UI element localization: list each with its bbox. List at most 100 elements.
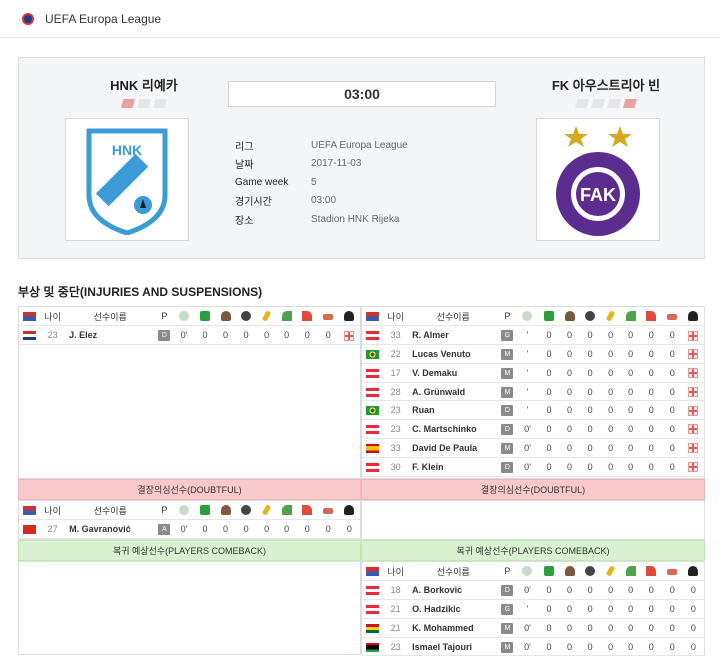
position-badge: D <box>501 585 514 597</box>
position-badge: M <box>501 622 514 634</box>
stat: 0 <box>235 519 257 540</box>
stat: 0 <box>640 457 662 477</box>
away-team-logo[interactable]: FAK <box>536 118 660 241</box>
name-header[interactable]: 선수이름 <box>65 501 156 521</box>
match-info: 리그 UEFA Europa League 날짜 2017-11-03 Game w… <box>235 136 408 229</box>
stat: 0 <box>661 382 683 402</box>
svg-text:HNK: HNK <box>112 142 142 158</box>
yellow-card-icon <box>605 310 616 323</box>
home-doubtful-panel: 나이 선수이름 P 27 M. Gavranović A 0' 0 0 0 0 … <box>18 500 361 540</box>
table-row[interactable]: 33 R. Almer G ' 0 0 0 0 0 0 0 <box>362 325 704 346</box>
timer-icon <box>178 311 189 322</box>
age-header[interactable]: 나이 <box>40 307 66 327</box>
stat: 0 <box>538 618 560 638</box>
table-row[interactable]: 21 O. Hadzikic G ' 0 0 0 0 0 0 0 0 <box>362 599 704 619</box>
stat: 0 <box>579 438 601 458</box>
player-age: 17 <box>383 363 409 383</box>
name-header[interactable]: 선수이름 <box>408 307 499 327</box>
austria-flag-icon <box>366 586 380 596</box>
referee-icon <box>688 311 699 322</box>
libya-flag-icon <box>366 642 380 652</box>
position-header[interactable]: P <box>155 501 174 521</box>
stat: 0 <box>600 419 621 440</box>
player-name[interactable]: K. Mohammed <box>408 618 499 638</box>
player-name[interactable]: C. Martschinko <box>408 419 499 440</box>
player-name[interactable]: M. Gavranović <box>65 519 156 540</box>
referee-icon <box>688 566 699 577</box>
home-team-logo[interactable]: HNK <box>65 118 189 241</box>
stat: 0 <box>559 363 580 383</box>
sub-icon <box>667 568 678 575</box>
table-row[interactable]: 23 J. Elez D 0' 0 0 0 0 0 0 0 <box>19 325 360 346</box>
table-row[interactable]: 23 C. Martschinko D 0' 0 0 0 0 0 0 0 <box>362 419 704 440</box>
player-name[interactable]: A. Grünwald <box>408 382 499 402</box>
stat: 0 <box>276 325 297 346</box>
info-value: UEFA Europa League <box>311 139 408 151</box>
position-header[interactable]: P <box>498 307 517 327</box>
player-name[interactable]: A. Borkovic <box>408 580 499 601</box>
stat: 0 <box>579 637 601 656</box>
away-comeback-table: 나이 선수이름 P 18 A. Borkovic D 0' 0 0 0 0 0 0 0 0 21 O. H… <box>362 562 704 656</box>
table-row[interactable]: 18 A. Borkovic D 0' 0 0 0 0 0 0 0 0 <box>362 580 704 601</box>
age-header[interactable]: 나이 <box>383 307 409 327</box>
stat: 0 <box>215 325 236 346</box>
player-name[interactable]: V. Demaku <box>408 363 499 383</box>
table-row[interactable]: 28 A. Grünwald M ' 0 0 0 0 0 0 0 <box>362 382 704 402</box>
stat: 0 <box>538 363 560 383</box>
red-arrow-icon <box>646 311 657 322</box>
table-row[interactable]: 17 V. Demaku M ' 0 0 0 0 0 0 0 <box>362 363 704 383</box>
injury-icon <box>688 424 699 435</box>
stat: 0 <box>620 618 641 638</box>
stat-minutes: ' <box>516 400 539 421</box>
stat: 0 <box>215 519 236 540</box>
player-name[interactable]: O. Hadzikic <box>408 599 499 619</box>
age-header[interactable]: 나이 <box>383 562 409 582</box>
name-header[interactable]: 선수이름 <box>65 307 156 327</box>
player-name[interactable]: Ismael Tajouri <box>408 637 499 656</box>
player-age: 33 <box>383 325 409 346</box>
league-title[interactable]: UEFA Europa League <box>45 12 161 26</box>
player-name[interactable]: David De Paula <box>408 438 499 458</box>
stat: 0 <box>538 599 560 619</box>
player-name[interactable]: R. Almer <box>408 325 499 346</box>
comeback-header-away: 복귀 예상선수(PLAYERS COMEBACK) <box>361 540 705 561</box>
stat: 0 <box>559 400 580 421</box>
table-row[interactable]: 30 F. Klein D 0' 0 0 0 0 0 0 0 <box>362 457 704 477</box>
age-header[interactable]: 나이 <box>40 501 66 521</box>
position-badge: D <box>158 330 171 342</box>
flag-column-icon <box>19 307 41 327</box>
position-badge: M <box>501 367 514 379</box>
stat: 0 <box>661 344 683 364</box>
table-row[interactable]: 23 Ismael Tajouri M 0' 0 0 0 0 0 0 0 0 <box>362 637 704 656</box>
info-key: 날짜 <box>235 160 254 172</box>
away-team-name[interactable]: FK 아우스트리아 빈 <box>536 75 676 94</box>
stat: 0 <box>579 618 601 638</box>
table-row[interactable]: 27 M. Gavranović A 0' 0 0 0 0 0 0 0 0 <box>19 519 360 540</box>
position-header[interactable]: P <box>498 562 517 582</box>
player-name[interactable]: J. Elez <box>65 325 156 346</box>
stat-minutes: ' <box>516 599 539 619</box>
name-header[interactable]: 선수이름 <box>408 562 499 582</box>
uefa-logo-icon <box>22 12 34 25</box>
table-row[interactable]: 23 Ruan D ' 0 0 0 0 0 0 0 <box>362 400 704 421</box>
player-name[interactable]: Ruan <box>408 400 499 421</box>
player-icon <box>564 566 575 577</box>
stat: 0 <box>538 580 560 601</box>
player-name[interactable]: Lucas Venuto <box>408 344 499 364</box>
stat: 0 <box>559 457 580 477</box>
table-row[interactable]: 21 K. Mohammed M 0' 0 0 0 0 0 0 0 0 <box>362 618 704 638</box>
stat: 0 <box>256 519 277 540</box>
home-team-name[interactable]: HNK 리예카 <box>74 75 214 94</box>
table-row[interactable]: 33 David De Paula M 0' 0 0 0 0 0 0 0 <box>362 438 704 458</box>
away-team: FK 아우스트리아 빈 <box>536 58 676 109</box>
player-icon <box>564 311 575 322</box>
away-comeback-panel: 나이 선수이름 P 18 A. Borkovic D 0' 0 0 0 0 0 0 0 0 21 O. H… <box>361 561 705 656</box>
table-row[interactable]: 22 Lucas Venuto M ' 0 0 0 0 0 0 0 <box>362 344 704 364</box>
player-name[interactable]: F. Klein <box>408 457 499 477</box>
stat: 0 <box>600 457 621 477</box>
position-header[interactable]: P <box>155 307 174 327</box>
timer-icon <box>178 505 189 516</box>
stat: 0 <box>256 325 277 346</box>
ball-icon <box>585 311 596 322</box>
stat: 0 <box>579 382 601 402</box>
